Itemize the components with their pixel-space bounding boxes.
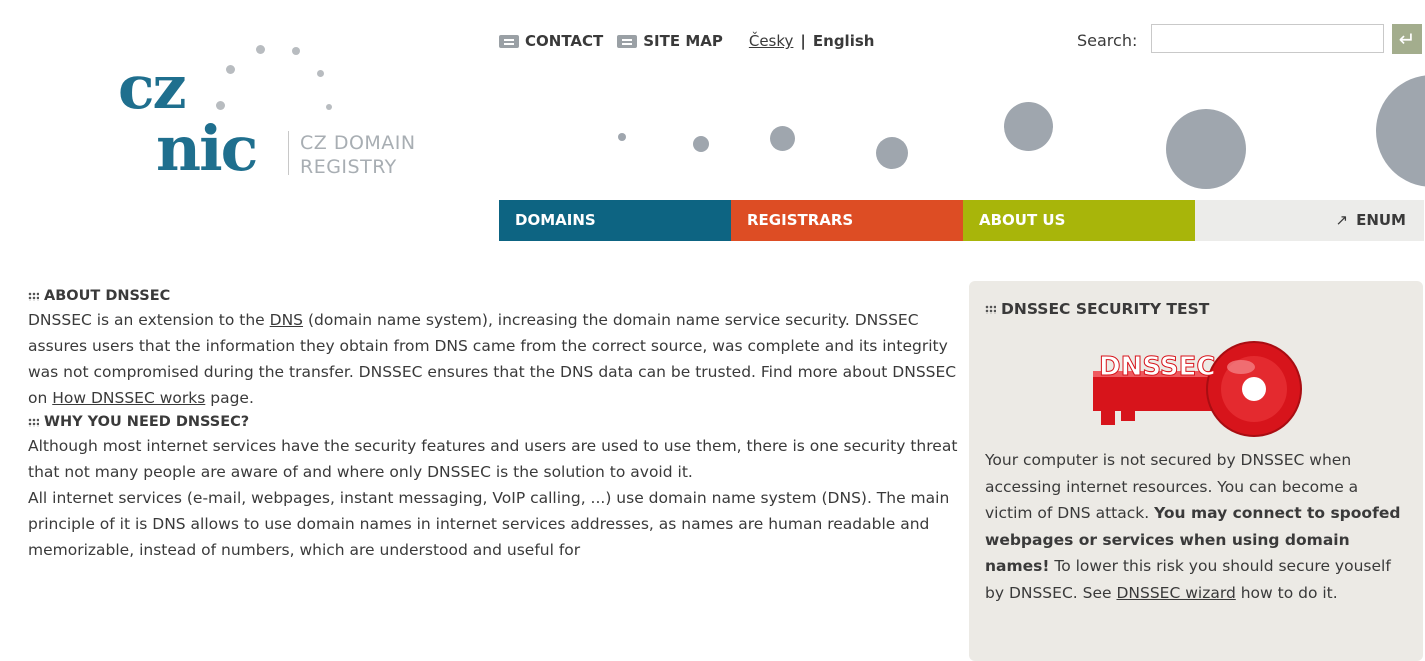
language-czech-link[interactable]: Česky — [749, 32, 794, 50]
tab-enum-label: ENUM — [1356, 211, 1406, 229]
decorative-bubble — [1166, 109, 1246, 189]
about-dnssec-paragraph: DNSSEC is an extension to the DNS (domai… — [28, 307, 958, 411]
contact-card-icon — [499, 34, 519, 48]
decorative-bubble — [770, 126, 795, 151]
decorative-bubble — [693, 136, 709, 152]
language-english-current: English — [812, 32, 875, 50]
enter-icon: ↵ — [1398, 27, 1416, 51]
logo-tagline-line2: REGISTRY — [300, 156, 397, 178]
logo-dot — [256, 45, 265, 54]
logo-divider — [288, 131, 289, 175]
decorative-bubble — [618, 133, 626, 141]
dnssec-test-heading: DNSSEC SECURITY TEST — [985, 300, 1407, 318]
logo-cz-text: cz — [118, 53, 187, 123]
logo-tagline: CZ DOMAIN REGISTRY — [300, 131, 416, 179]
contact-label: CONTACT — [525, 32, 604, 50]
dnssec-wizard-link[interactable]: DNSSEC wizard — [1116, 584, 1235, 602]
why-dnssec-paragraph-2: All internet services (e-mail, webpages,… — [28, 489, 950, 559]
about-dnssec-heading: ABOUT DNSSEC — [28, 285, 958, 307]
main-content: ABOUT DNSSEC DNSSEC is an extension to t… — [28, 285, 958, 563]
dnssec-test-heading-text: DNSSEC SECURITY TEST — [1001, 300, 1210, 318]
search-input[interactable] — [1151, 24, 1384, 53]
why-dnssec-paragraph-1: Although most internet services have the… — [28, 437, 958, 481]
how-dnssec-works-link[interactable]: How DNSSEC works — [52, 389, 205, 407]
heading-dots-icon — [28, 417, 39, 427]
contact-link[interactable]: CONTACT — [499, 32, 603, 50]
tab-registrars[interactable]: REGISTRARS — [731, 200, 963, 241]
tab-enum[interactable]: ↗ ENUM — [1195, 200, 1424, 241]
key-logo-text: DNSSEC — [1099, 352, 1215, 382]
tab-about-us[interactable]: ABOUT US — [963, 200, 1195, 241]
logo-nic-text: nic — [156, 112, 258, 185]
main-navigation: DOMAINS REGISTRARS ABOUT US ↗ ENUM — [499, 200, 1424, 241]
logo-dot — [292, 47, 300, 55]
external-arrow-icon: ↗ — [1335, 211, 1349, 229]
dnssec-test-panel: DNSSEC SECURITY TEST DNSSEC Your compute… — [969, 281, 1423, 661]
logo-dot — [226, 65, 235, 74]
why-dnssec-heading-text: WHY YOU NEED DNSSEC? — [44, 414, 250, 430]
about-dnssec-heading-text: ABOUT DNSSEC — [44, 288, 171, 304]
logo-dot — [216, 101, 225, 110]
tab-domains[interactable]: DOMAINS — [499, 200, 731, 241]
cz-nic-logo[interactable]: cz nic CZ DOMAIN REGISTRY — [118, 58, 428, 188]
sitemap-icon — [617, 34, 638, 48]
logo-tagline-line1: CZ DOMAIN — [300, 132, 416, 154]
decorative-bubble — [1004, 102, 1053, 151]
logo-dot — [317, 70, 324, 77]
dnssec-test-message: Your computer is not secured by DNSSEC w… — [985, 447, 1410, 606]
text-segment: DNSSEC is an extension to the — [28, 311, 270, 329]
dnssec-key-icon: DNSSEC — [1093, 341, 1302, 437]
decorative-bubble — [876, 137, 908, 169]
text-segment: how to do it. — [1235, 583, 1338, 602]
search-label: Search: — [1077, 31, 1138, 50]
language-separator: | — [800, 32, 806, 50]
decorative-bubble — [1376, 75, 1425, 187]
search-submit-button[interactable]: ↵ — [1392, 24, 1422, 54]
text-segment: page. — [205, 389, 254, 407]
heading-dots-icon — [985, 304, 996, 314]
logo-dot — [326, 104, 332, 110]
top-navigation: CONTACT SITE MAP Česky | English — [499, 31, 874, 51]
sitemap-link[interactable]: SITE MAP — [617, 32, 723, 50]
heading-dots-icon — [28, 291, 39, 301]
sitemap-label: SITE MAP — [643, 32, 723, 50]
dns-link[interactable]: DNS — [270, 311, 303, 329]
why-dnssec-heading: WHY YOU NEED DNSSEC? — [28, 411, 958, 433]
